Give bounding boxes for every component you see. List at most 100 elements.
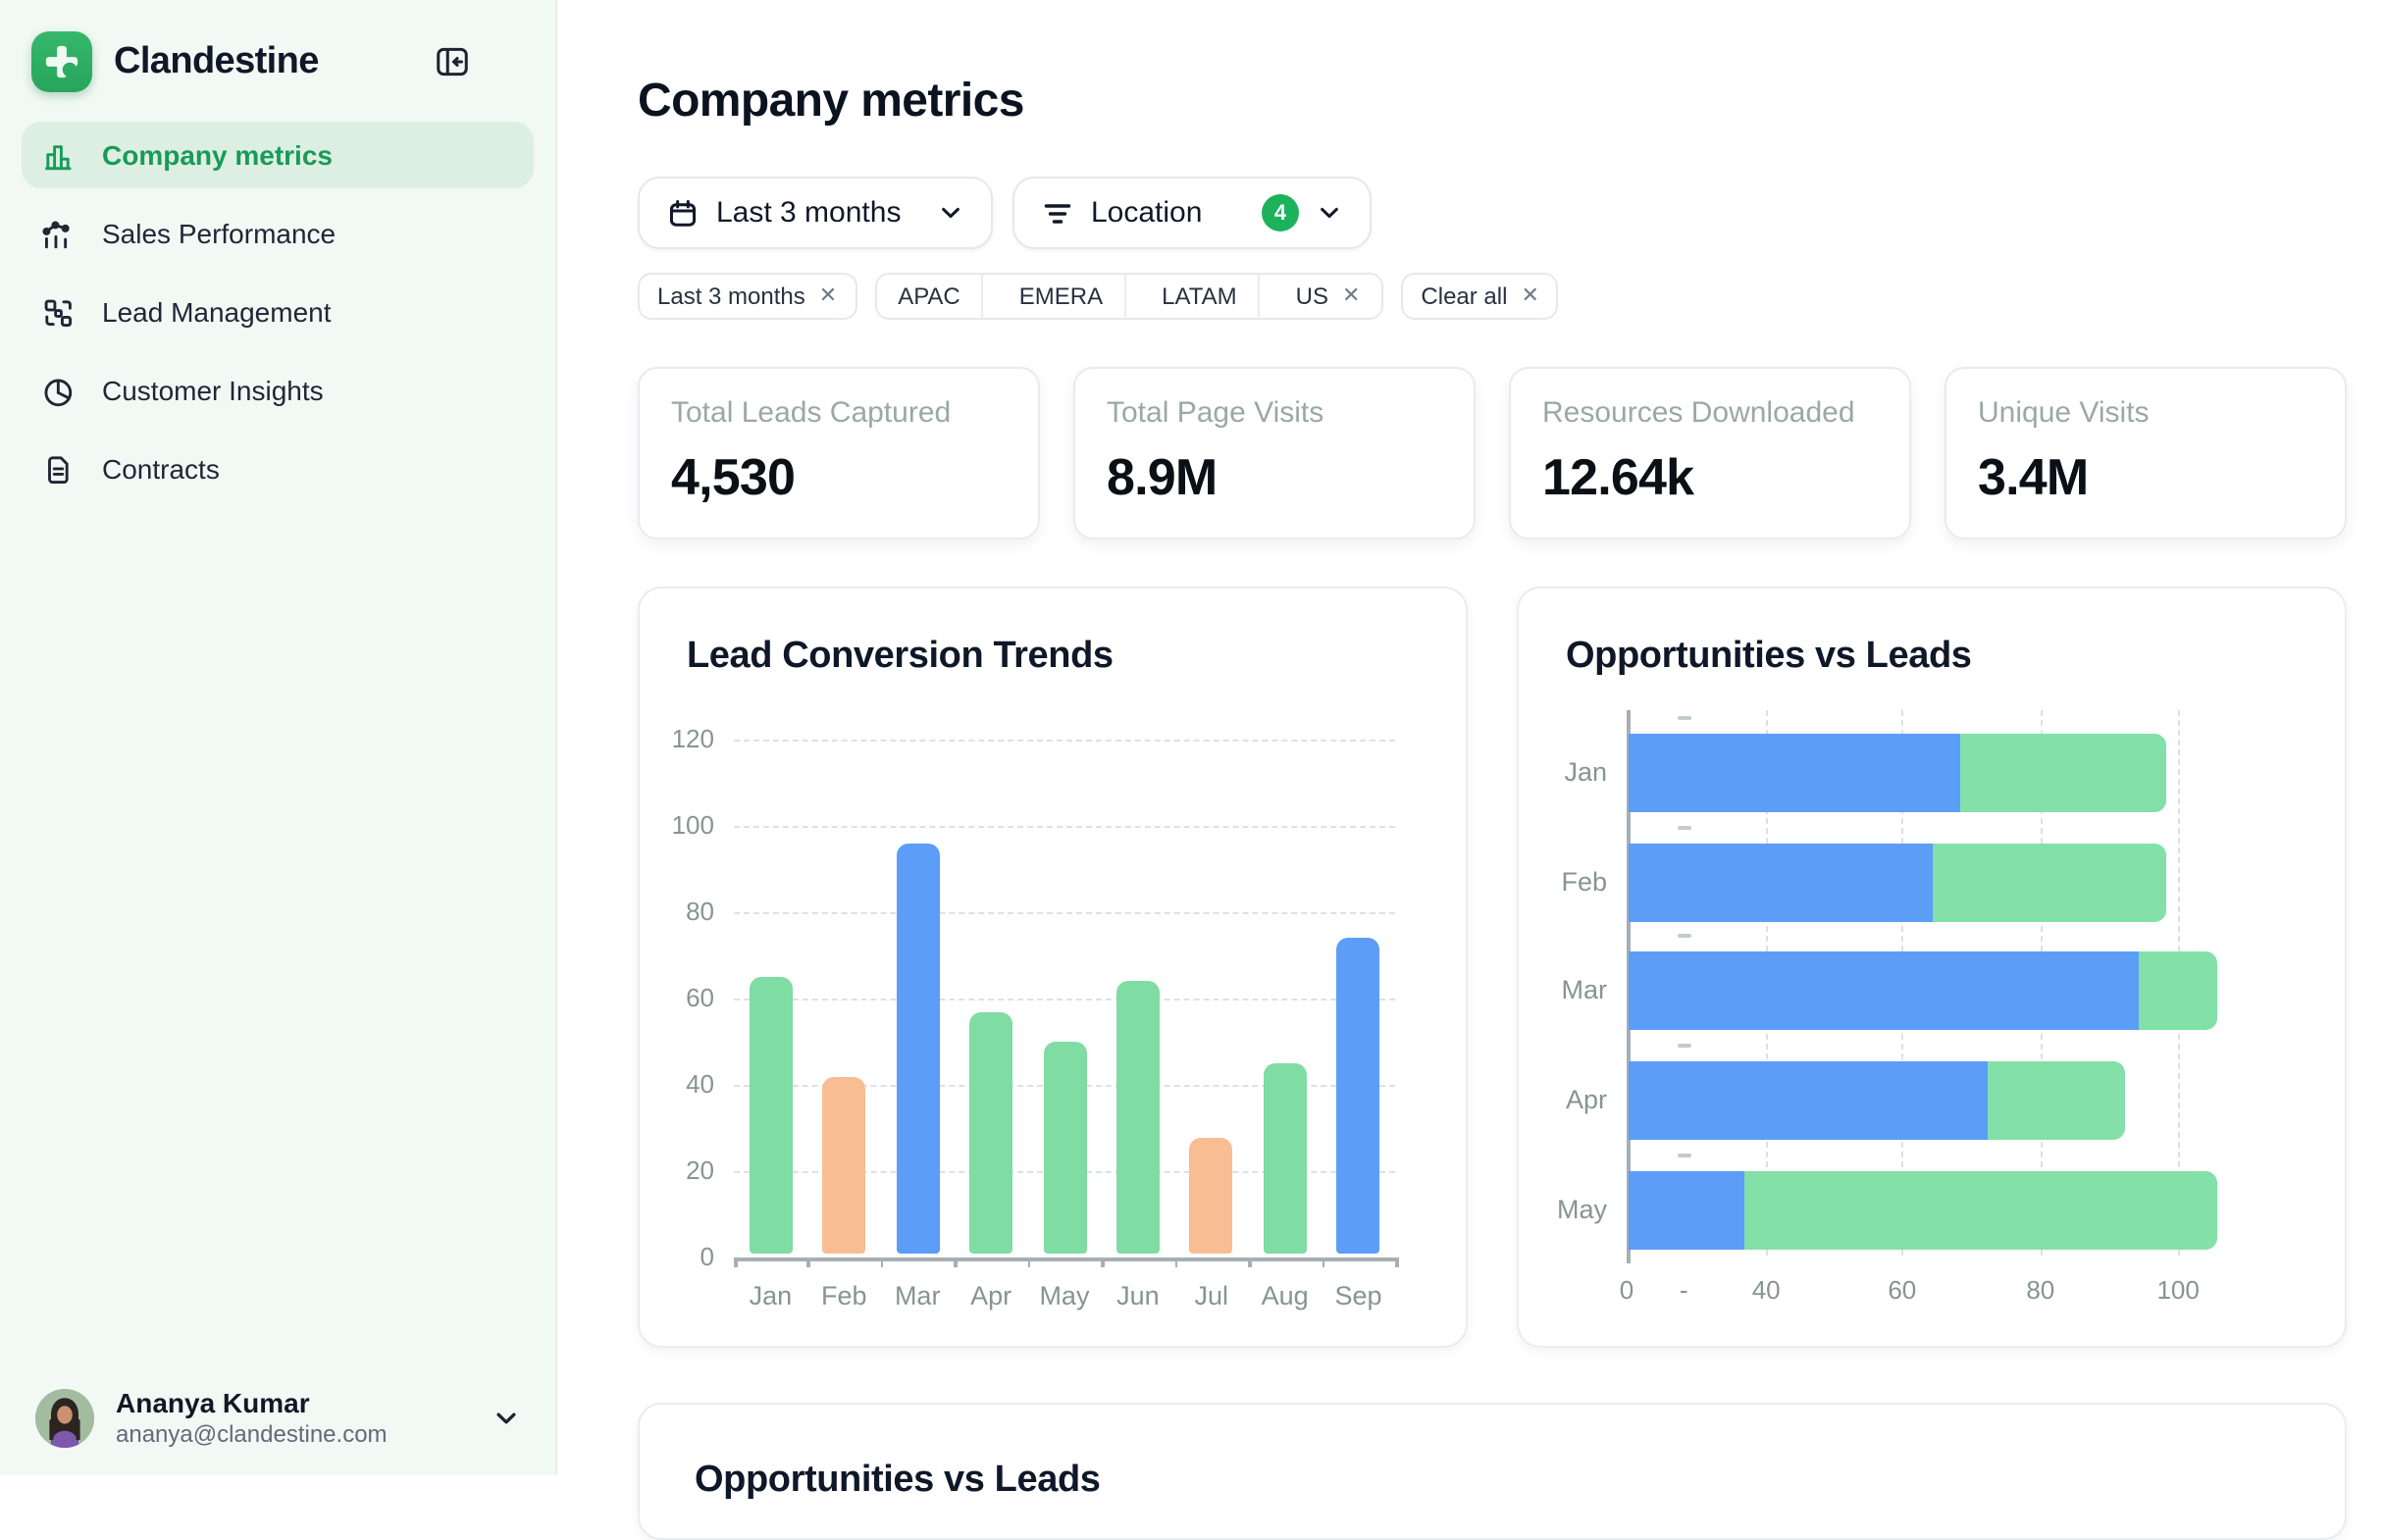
document-icon <box>41 452 75 486</box>
bar-feb <box>822 1077 865 1254</box>
qr-grid-icon <box>41 295 75 329</box>
gridline <box>734 999 1395 1001</box>
stat-card-unique-visits: Unique Visits3.4M <box>1945 367 2347 539</box>
charts-row: Lead Conversion Trends 020406080100120Ja… <box>638 587 2351 1348</box>
x-axis-tick-label: Mar <box>881 1281 955 1310</box>
opportunities-vs-leads-bottom-card: Opportunities vs Leads <box>638 1403 2347 1540</box>
brand-name: Clandestine <box>114 40 412 83</box>
stat-label: Total Page Visits <box>1107 396 1442 430</box>
stat-value: 8.9M <box>1107 447 1442 508</box>
x-axis-line <box>734 1258 1395 1261</box>
sidebar-item-sales-performance[interactable]: Sales Performance <box>22 200 534 267</box>
chevron-down-icon <box>493 1406 520 1433</box>
opportunities-stacked-bar-chart: 0-406080100JanFebMarAprMay <box>1519 589 2345 1346</box>
sidebar-item-company-metrics[interactable]: Company metrics <box>22 122 534 188</box>
location-chip-latam[interactable]: LATAM <box>1140 273 1260 320</box>
date-range-button[interactable]: Last 3 months <box>638 177 993 249</box>
location-label: Location <box>1091 196 1202 230</box>
bar-jan-leads <box>1959 734 2166 812</box>
bar-apr <box>969 1012 1012 1254</box>
filter-lines-icon <box>1042 197 1073 229</box>
x-axis-tick-label: Jun <box>1101 1281 1174 1310</box>
minor-tick <box>1678 1044 1691 1048</box>
sidebar-item-lead-management[interactable]: Lead Management <box>22 279 534 345</box>
x-axis-tick <box>1101 1258 1104 1267</box>
gridline <box>734 826 1395 828</box>
filter-bar: Last 3 months Location 4 <box>638 177 2351 249</box>
clear-all-chip[interactable]: Clear all ✕ <box>1401 273 1558 320</box>
bar-jun <box>1116 982 1160 1254</box>
stat-label: Total Leads Captured <box>671 396 1007 430</box>
stat-card-total-page-visits: Total Page Visits 8.9M <box>1073 367 1476 539</box>
location-chip-label: EMERA <box>1019 282 1103 310</box>
x-axis-tick-label: Apr <box>955 1281 1028 1310</box>
clear-all-icon[interactable]: ✕ <box>1521 285 1538 307</box>
sidebar-item-label: Contracts <box>102 453 220 485</box>
x-axis-tick-label: - <box>1648 1275 1719 1305</box>
remove-filter-icon[interactable]: ✕ <box>1342 285 1360 307</box>
bar-feb-leads <box>1932 843 2166 921</box>
bar-may <box>1043 1042 1086 1254</box>
x-axis-tick <box>1322 1258 1324 1267</box>
x-axis-tick-label: May <box>1028 1281 1102 1310</box>
chart-title: Opportunities vs Leads <box>695 1460 2345 1503</box>
brand-row: Clandestine <box>22 27 534 92</box>
y-axis-tick-label: 40 <box>640 1069 714 1099</box>
x-axis-tick <box>734 1258 737 1267</box>
y-axis-tick-label: Apr <box>1519 1085 1607 1114</box>
minor-tick <box>1678 825 1691 829</box>
bar-jan <box>749 977 792 1254</box>
bar-sep <box>1337 939 1380 1254</box>
location-chip-group: APAC EMERA LATAM US✕ <box>874 273 1383 320</box>
x-axis-tick-label: Aug <box>1248 1281 1322 1310</box>
location-filter-button[interactable]: Location 4 <box>1012 177 1372 249</box>
y-axis-tick-label: Feb <box>1519 866 1607 896</box>
location-chip-us[interactable]: US✕ <box>1274 273 1382 320</box>
bar-mar <box>896 844 939 1254</box>
x-axis-tick <box>1395 1258 1398 1267</box>
x-axis-tick-label: Feb <box>807 1281 881 1310</box>
x-axis-tick <box>807 1258 810 1267</box>
bar-mar-opportunities <box>1629 952 2139 1031</box>
stat-value: 4,530 <box>671 447 1007 508</box>
lead-conversion-bar-chart: 020406080100120JanFebMarAprMayJunJulAugS… <box>640 589 1466 1346</box>
chevron-down-icon <box>1317 200 1342 226</box>
lead-conversion-trends-card: Lead Conversion Trends 020406080100120Ja… <box>638 587 1468 1348</box>
location-count-badge: 4 <box>1262 194 1299 231</box>
profile-menu[interactable]: Ananya Kumar ananya@clandestine.com <box>22 1387 534 1452</box>
bar-jan-opportunities <box>1629 734 1959 812</box>
filter-chip-date[interactable]: Last 3 months ✕ <box>638 273 856 320</box>
y-axis-tick-label: Jan <box>1519 757 1607 787</box>
bar-apr-opportunities <box>1629 1061 1987 1140</box>
stat-label: Unique Visits <box>1978 396 2313 430</box>
sidebar-nav: Company metrics Sales Performance Lead Man… <box>22 122 534 502</box>
x-axis-tick-label: 40 <box>1731 1275 1801 1305</box>
x-axis-tick-label: Jul <box>1174 1281 1248 1310</box>
y-axis-tick-label: Mar <box>1519 976 1607 1005</box>
x-axis-tick-label: 80 <box>2005 1275 2076 1305</box>
collapse-sidebar-button[interactable] <box>434 43 471 80</box>
sidebar-item-customer-insights[interactable]: Customer Insights <box>22 357 534 424</box>
bar-may-leads <box>1743 1171 2217 1250</box>
sidebar-item-label: Customer Insights <box>102 375 324 406</box>
x-axis-tick <box>1174 1258 1177 1267</box>
bar-mar-leads <box>2139 952 2217 1031</box>
date-range-label: Last 3 months <box>716 196 901 230</box>
y-axis-tick-label: 100 <box>640 810 714 840</box>
minor-tick <box>1678 716 1691 720</box>
bar-apr-leads <box>1987 1061 2125 1140</box>
remove-filter-icon[interactable]: ✕ <box>819 285 837 307</box>
location-chip-apac[interactable]: APAC <box>876 273 984 320</box>
chevron-down-icon <box>938 200 963 226</box>
stat-cards-row: Total Leads Captured 4,530 Total Page Visi… <box>638 367 2351 539</box>
minor-tick <box>1678 1154 1691 1157</box>
y-axis-tick-label: May <box>1519 1195 1607 1224</box>
bar-aug <box>1264 1063 1307 1254</box>
opportunities-vs-leads-card: Opportunities vs Leads 0-406080100JanFeb… <box>1517 587 2347 1348</box>
stat-card-total-leads-captured: Total Leads Captured 4,530 <box>638 367 1040 539</box>
x-axis-tick-label: 100 <box>2143 1275 2213 1305</box>
sidebar-item-contracts[interactable]: Contracts <box>22 436 534 502</box>
location-chip-emera[interactable]: EMERA <box>998 273 1126 320</box>
location-chip-label: APAC <box>898 282 960 310</box>
pie-chart-icon <box>41 374 75 407</box>
